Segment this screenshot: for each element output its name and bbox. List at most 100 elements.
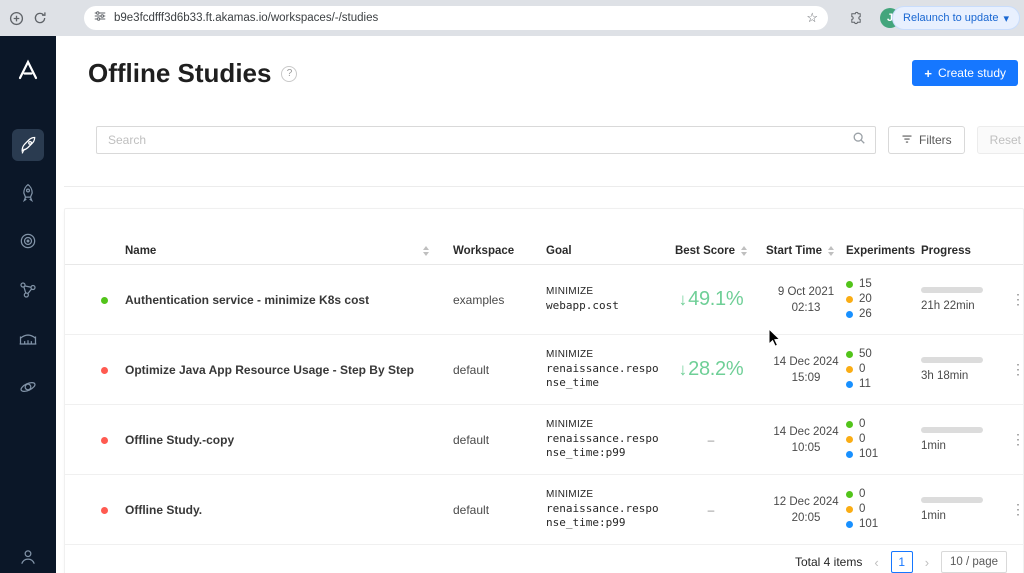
- address-bar[interactable]: b9e3fcdfff3d6b33.ft.akamas.io/workspaces…: [84, 6, 828, 30]
- sidebar-item-studies[interactable]: [12, 129, 44, 161]
- start-date: 14 Dec 2024: [773, 425, 839, 438]
- table-row[interactable]: Offline Study.-copy default MINIMIZE ren…: [65, 405, 1023, 475]
- workspace-value: default: [453, 502, 490, 517]
- experiment-dot: [846, 421, 853, 428]
- experiment-dot: [846, 436, 853, 443]
- start-clock: 02:13: [791, 301, 821, 314]
- column-best-score[interactable]: Best Score: [656, 245, 766, 257]
- column-name[interactable]: Name: [125, 245, 453, 257]
- study-name-link[interactable]: Offline Study.-copy: [125, 433, 453, 447]
- goal-metric: renaissance.response_time: [546, 362, 659, 389]
- pagination-page-1[interactable]: 1: [890, 551, 913, 573]
- workspace-value: default: [453, 432, 490, 447]
- pagination-prev-icon[interactable]: ‹: [872, 555, 880, 570]
- study-name-link[interactable]: Optimize Java App Resource Usage - Step …: [125, 363, 453, 377]
- status-dot: [101, 366, 108, 374]
- sidebar-item-telemetry[interactable]: [12, 323, 44, 355]
- progress-bar: [921, 427, 983, 433]
- plus-circle-icon[interactable]: [8, 10, 24, 26]
- filter-icon: [901, 133, 913, 148]
- column-goal[interactable]: Goal: [546, 245, 656, 257]
- filters-button[interactable]: Filters: [888, 126, 965, 154]
- bookmark-star-icon[interactable]: ☆: [806, 10, 818, 26]
- progress-bar: [921, 497, 983, 503]
- extensions-puzzle-icon[interactable]: [848, 10, 864, 26]
- goal-metric: renaissance.response_time:p99: [546, 432, 659, 459]
- search-box[interactable]: [96, 126, 876, 154]
- experiments: 0 0 101: [846, 488, 921, 531]
- sort-icon[interactable]: [423, 245, 429, 256]
- row-menu-icon[interactable]: ⋮: [1005, 359, 1023, 379]
- chevron-down-icon: ▾: [1003, 12, 1009, 25]
- table-header: Name Workspace Goal Best Score Start Tim…: [65, 237, 1023, 265]
- page-size-select[interactable]: 10 / page: [941, 551, 1007, 573]
- filters-toolbar: Filters Reset: [96, 126, 1024, 154]
- rocket-icon: [22, 183, 34, 203]
- column-start-time[interactable]: Start Time: [766, 245, 846, 257]
- goal-metric: renaissance.response_time:p99: [546, 502, 659, 529]
- best-score: ↓ 49.1%: [656, 288, 766, 311]
- search-icon[interactable]: [852, 131, 866, 150]
- start-date: 14 Dec 2024: [773, 355, 839, 368]
- start-date: 9 Oct 2021: [777, 285, 835, 298]
- target-icon: [20, 233, 36, 249]
- best-score-value: 49.1%: [688, 288, 744, 310]
- best-score: ↓ 28.2%: [656, 358, 766, 381]
- create-study-button[interactable]: + Create study: [912, 60, 1018, 86]
- progress-bar: [921, 357, 983, 363]
- start-clock: 20:05: [791, 511, 821, 524]
- column-progress[interactable]: Progress: [921, 245, 1005, 257]
- status-dot: [101, 436, 108, 444]
- column-experiments[interactable]: Experiments: [846, 245, 921, 257]
- best-score: –: [656, 503, 766, 517]
- site-controls-icon[interactable]: [94, 9, 106, 27]
- table-row[interactable]: Optimize Java App Resource Usage - Step …: [65, 335, 1023, 405]
- experiments: 0 0 101: [846, 418, 921, 461]
- progress-label: 21h 22min: [921, 300, 975, 312]
- sort-icon[interactable]: [741, 245, 748, 256]
- status-dot: [101, 296, 108, 304]
- best-score-empty: –: [707, 502, 715, 517]
- sidebar-item-account[interactable]: [12, 541, 44, 573]
- goal-type: MINIMIZE: [546, 349, 594, 360]
- row-menu-icon[interactable]: ⋮: [1005, 429, 1023, 449]
- sidebar-nav: [0, 36, 56, 573]
- down-arrow-icon: ↓: [678, 289, 688, 309]
- sidebar-item-systems[interactable]: [12, 371, 44, 403]
- akamas-logo: [16, 58, 40, 87]
- pagination-next-icon[interactable]: ›: [923, 555, 931, 570]
- search-input[interactable]: [106, 132, 852, 148]
- experiment-dot: [846, 381, 853, 388]
- sidebar-item-optimizations[interactable]: [12, 177, 44, 209]
- sort-icon[interactable]: [828, 245, 835, 256]
- row-menu-icon[interactable]: ⋮: [1005, 289, 1023, 309]
- section-divider: [64, 186, 1024, 187]
- experiments: 50 0 11: [846, 348, 921, 391]
- experiment-dot: [846, 521, 853, 528]
- sidebar-item-packs[interactable]: [12, 225, 44, 257]
- study-name-link[interactable]: Offline Study.: [125, 503, 453, 517]
- experiment-dot: [846, 506, 853, 513]
- sidebar-item-workflows[interactable]: [12, 274, 44, 306]
- experiment-dot: [846, 296, 853, 303]
- table-row[interactable]: Offline Study. default MINIMIZE renaissa…: [65, 475, 1023, 545]
- best-score-value: 28.2%: [688, 358, 744, 380]
- row-menu-icon[interactable]: ⋮: [1005, 499, 1023, 519]
- total-items-label: Total 4 items: [794, 555, 863, 569]
- progress-label: 3h 18min: [921, 370, 969, 382]
- relaunch-update-button[interactable]: Relaunch to update ▾: [892, 6, 1020, 30]
- progress-label: 1min: [921, 440, 946, 452]
- best-score-empty: –: [707, 432, 715, 447]
- experiment-dot: [846, 311, 853, 318]
- reset-button[interactable]: Reset: [976, 126, 1024, 154]
- reload-icon[interactable]: [32, 10, 48, 26]
- study-name-link[interactable]: Authentication service - minimize K8s co…: [125, 293, 453, 307]
- workflow-nodes-icon: [20, 282, 36, 298]
- workspace-value: examples: [453, 292, 505, 307]
- plus-icon: +: [924, 65, 932, 81]
- help-icon[interactable]: ?: [281, 65, 298, 82]
- goal-type: MINIMIZE: [546, 286, 594, 297]
- table-row[interactable]: Authentication service - minimize K8s co…: [65, 265, 1023, 335]
- start-time: 14 Dec 2024 10:05: [766, 424, 846, 456]
- column-workspace[interactable]: Workspace: [453, 245, 546, 257]
